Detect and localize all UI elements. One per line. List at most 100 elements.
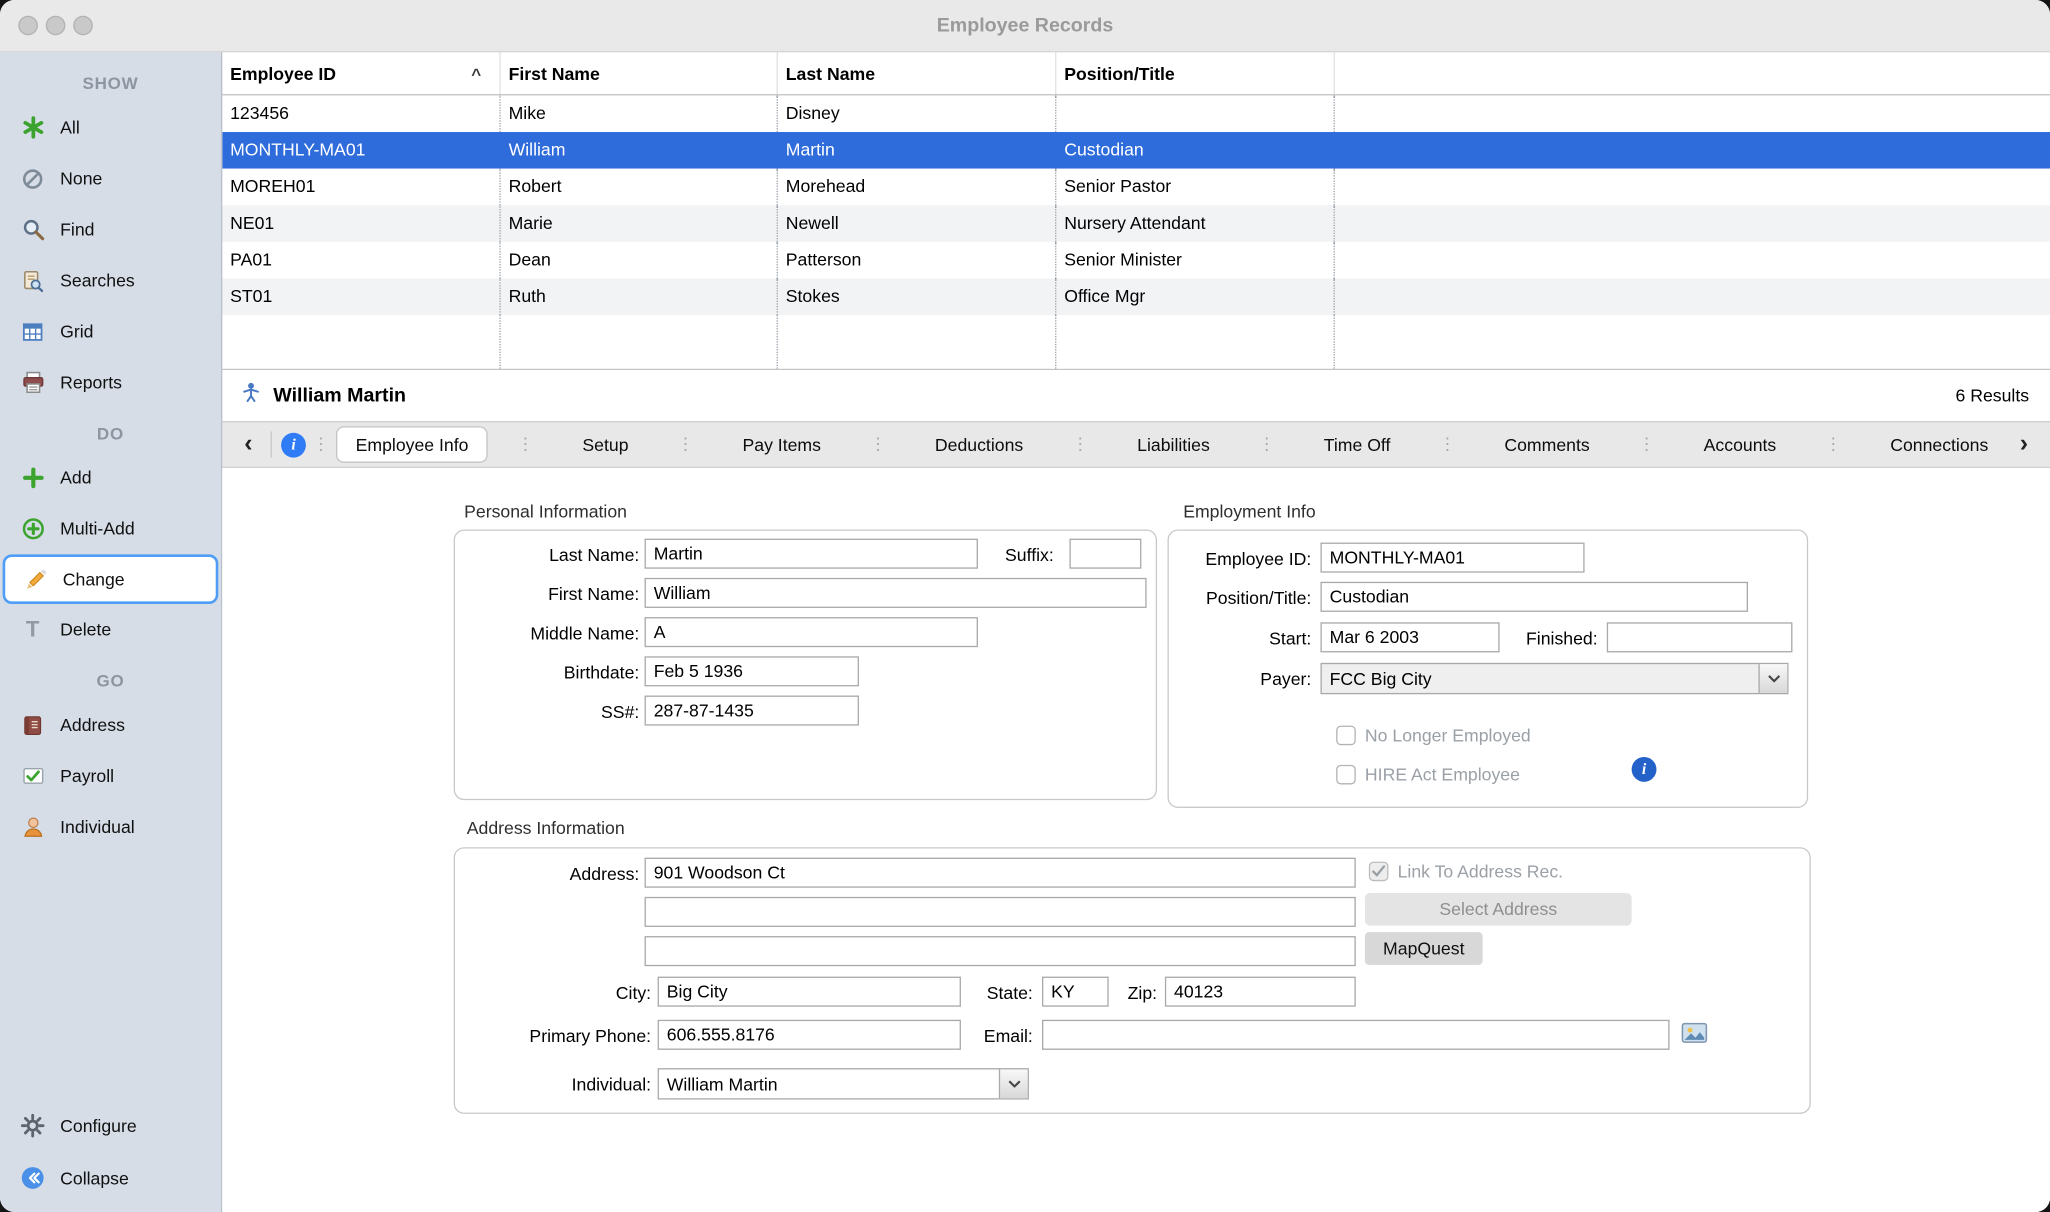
start-date-input[interactable] xyxy=(1320,622,1499,652)
table-cell: Disney xyxy=(778,95,1056,132)
sidebar-item-add[interactable]: Add xyxy=(0,452,221,503)
address-line3-input[interactable] xyxy=(645,936,1356,966)
address-book-icon xyxy=(17,713,48,737)
table-cell: Martin xyxy=(778,132,1056,169)
middle-name-input[interactable] xyxy=(645,617,978,647)
sidebar-item-none[interactable]: None xyxy=(0,153,221,204)
sidebar-item-configure[interactable]: Configure xyxy=(0,1100,221,1152)
tab-accounts[interactable]: Accounts xyxy=(1684,426,1796,463)
table-cell: Custodian xyxy=(1056,132,1334,169)
payer-dropdown-button[interactable] xyxy=(1758,664,1787,693)
sidebar-section-header-do: DO xyxy=(0,416,221,453)
sidebar-item-payroll[interactable]: Payroll xyxy=(0,750,221,801)
individual-dropdown-button[interactable] xyxy=(999,1069,1028,1098)
hire-act-checkbox[interactable] xyxy=(1336,765,1356,785)
sidebar-item-label: Reports xyxy=(60,373,122,393)
primary-phone-input[interactable] xyxy=(658,1020,961,1050)
employee-row-st01[interactable]: ST01RuthStokesOffice Mgr xyxy=(222,278,2050,315)
sidebar-item-searches[interactable]: Searches xyxy=(0,255,221,306)
sidebar-item-address[interactable]: Address xyxy=(0,699,221,750)
sidebar-item-collapse[interactable]: Collapse xyxy=(0,1152,221,1204)
employment-info-title: Employment Info xyxy=(1183,502,1315,522)
employee-row-monthly-ma01[interactable]: MONTHLY-MA01WilliamMartinCustodian xyxy=(222,132,2050,169)
table-cell xyxy=(1335,132,2050,169)
tab-comments[interactable]: Comments xyxy=(1485,426,1610,463)
sidebar-item-delete[interactable]: TDelete xyxy=(0,604,221,655)
current-record-name: William Martin xyxy=(273,384,406,406)
tab-liabilities[interactable]: Liabilities xyxy=(1118,426,1230,463)
first-name-label: First Name: xyxy=(454,579,640,609)
table-cell: Office Mgr xyxy=(1056,278,1334,315)
table-cell: Senior Minister xyxy=(1056,242,1334,279)
mapquest-button[interactable]: MapQuest xyxy=(1365,932,1483,965)
screen: Employee Records SHOWAllNoneFindSearches… xyxy=(0,0,2050,1212)
email-input[interactable] xyxy=(1042,1020,1670,1050)
individual-label: Individual: xyxy=(454,1069,651,1099)
table-cell xyxy=(1335,315,2050,369)
position-title-input[interactable] xyxy=(1320,582,1748,612)
primary-phone-label: Primary Phone: xyxy=(454,1021,651,1051)
employee-row-pa01[interactable]: PA01DeanPattersonSenior Minister xyxy=(222,242,2050,279)
link-to-address-checkbox[interactable] xyxy=(1369,862,1389,882)
table-body: 123456MikeDisneyMONTHLY-MA01WilliamMarti… xyxy=(222,95,2050,368)
table-cell: William xyxy=(501,132,778,169)
individual-select[interactable]: William Martin xyxy=(658,1068,1029,1099)
no-longer-employed-checkbox[interactable] xyxy=(1336,726,1356,746)
sidebar-item-find[interactable]: Find xyxy=(0,204,221,255)
column-header-spacer xyxy=(1335,52,2050,94)
birthdate-input[interactable] xyxy=(645,656,859,686)
sidebar-item-all[interactable]: All xyxy=(0,102,221,153)
zip-label: Zip: xyxy=(1105,978,1157,1008)
column-header-last-name[interactable]: Last Name xyxy=(778,52,1056,94)
address-label: Address: xyxy=(454,859,640,889)
tab-drag-handle-icon: ⋮ xyxy=(1818,434,1848,455)
tabs-scroll-right-button chevron-right-icon[interactable]: › xyxy=(2008,424,2039,466)
employee-info-form: Personal Information Last Name: Suffix: … xyxy=(222,468,2050,1212)
tab-setup[interactable]: Setup xyxy=(563,426,648,463)
birthdate-label: Birthdate: xyxy=(454,658,640,688)
ssn-input[interactable] xyxy=(645,696,859,726)
sort-ascending-icon: ^ xyxy=(471,63,481,83)
sidebar-item-change[interactable]: Change xyxy=(3,554,219,604)
employee-row-moreh01[interactable]: MOREH01RobertMoreheadSenior Pastor xyxy=(222,169,2050,206)
sidebar-item-grid[interactable]: Grid xyxy=(0,306,221,357)
column-header-first-name[interactable]: First Name xyxy=(501,52,778,94)
column-header-employee-id[interactable]: Employee ID^ xyxy=(222,52,500,94)
address-line2-input[interactable] xyxy=(645,897,1356,927)
column-header-position-title[interactable]: Position/Title xyxy=(1056,52,1334,94)
finished-date-input[interactable] xyxy=(1607,622,1793,652)
payer-select[interactable]: FCC Big City xyxy=(1320,663,1788,694)
tab-pay-items[interactable]: Pay Items xyxy=(723,426,841,463)
suffix-input[interactable] xyxy=(1069,539,1141,569)
tab-time-off[interactable]: Time Off xyxy=(1304,426,1410,463)
employee-row-ne01[interactable]: NE01MarieNewellNursery Attendant xyxy=(222,205,2050,242)
table-cell: Dean xyxy=(501,242,778,279)
info-circle-icon[interactable]: i xyxy=(281,432,306,457)
sidebar-item-label: Grid xyxy=(60,322,93,342)
first-name-input[interactable] xyxy=(645,578,1147,608)
sidebar-item-multi-add[interactable]: Multi-Add xyxy=(0,503,221,554)
tabs-scroll-left-button chevron-left-icon[interactable]: ‹ xyxy=(233,424,264,466)
tab-deductions[interactable]: Deductions xyxy=(915,426,1043,463)
select-address-button[interactable]: Select Address xyxy=(1365,893,1632,926)
sidebar-item-reports[interactable]: Reports xyxy=(0,357,221,408)
hire-act-info-icon[interactable]: i xyxy=(1632,757,1657,782)
address-line1-input[interactable] xyxy=(645,858,1356,888)
email-image-icon[interactable] xyxy=(1681,1022,1707,1047)
tab-drag-handle-icon: ⋮ xyxy=(1252,434,1282,455)
employee-records-window: Employee Records SHOWAllNoneFindSearches… xyxy=(0,0,2050,1212)
zip-input[interactable] xyxy=(1165,977,1356,1007)
employee-row-123456[interactable]: 123456MikeDisney xyxy=(222,95,2050,132)
all-asterisk-icon xyxy=(17,115,48,140)
city-input[interactable] xyxy=(658,977,961,1007)
tab-employee-info[interactable]: Employee Info xyxy=(336,426,488,463)
employee-id-input[interactable] xyxy=(1320,543,1584,573)
tab-bar-separator xyxy=(271,431,272,457)
state-input[interactable] xyxy=(1042,977,1109,1007)
tab-connections[interactable]: Connections xyxy=(1871,426,2008,463)
sidebar-item-label: Multi-Add xyxy=(60,519,135,539)
table-cell: ST01 xyxy=(222,278,500,315)
sidebar-item-individual[interactable]: Individual xyxy=(0,801,221,852)
payer-value: FCC Big City xyxy=(1322,669,1759,689)
personal-information-title: Personal Information xyxy=(464,502,627,522)
